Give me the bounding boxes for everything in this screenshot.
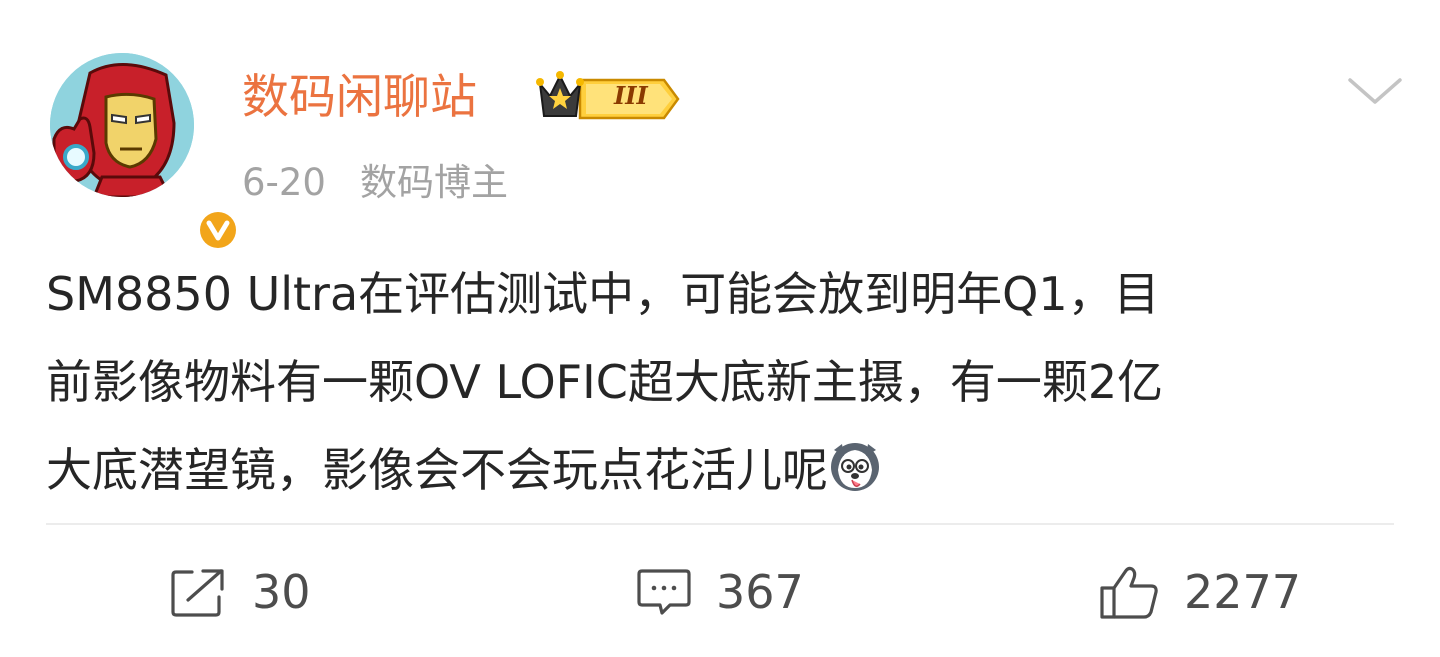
ironman-avatar-icon: [50, 53, 194, 197]
husky-emoji-icon: [828, 434, 882, 491]
repost-button[interactable]: 30: [170, 560, 311, 624]
like-count: 2277: [1184, 565, 1302, 619]
level-badge-text: III: [614, 81, 648, 110]
post-text-line: 大底潜望镜，影像会不会玩点花活儿呢: [46, 443, 828, 497]
post-text-line-last: 大底潜望镜，影像会不会玩点花活儿呢: [46, 426, 1406, 514]
post-text-line: SM8850 Ultra在评估测试中，可能会放到明年Q1，目: [46, 267, 1160, 321]
avatar[interactable]: [50, 53, 240, 252]
repost-count: 30: [252, 565, 311, 619]
crown-level-badge-icon[interactable]: [536, 68, 682, 126]
chevron-down-icon[interactable]: [1346, 70, 1404, 110]
post-text-line: 前影像物料有一颗OV LOFIC超大底新主摄，有一颗2亿: [46, 355, 1164, 409]
comment-count: 367: [716, 565, 804, 619]
verified-v-icon: [194, 206, 242, 254]
username[interactable]: 数码闲聊站: [242, 66, 477, 130]
like-button[interactable]: 2277: [1098, 560, 1301, 624]
comment-icon: [636, 567, 692, 617]
thumbs-up-icon: [1098, 564, 1160, 620]
post-content: SM8850 Ultra在评估测试中，可能会放到明年Q1，目 前影像物料有一颗O…: [46, 250, 1406, 514]
weibo-post-card: 数码闲聊站 III 6-20 数码博主 SM8850 Ultra在评估测试中，可能…: [0, 0, 1440, 657]
post-date: 6-20: [242, 161, 326, 204]
repost-icon: [170, 567, 228, 617]
author-role: 数码博主: [359, 161, 508, 204]
post-meta: 6-20 数码博主: [242, 158, 508, 208]
comment-button[interactable]: 367: [636, 560, 804, 624]
divider: [46, 523, 1394, 525]
